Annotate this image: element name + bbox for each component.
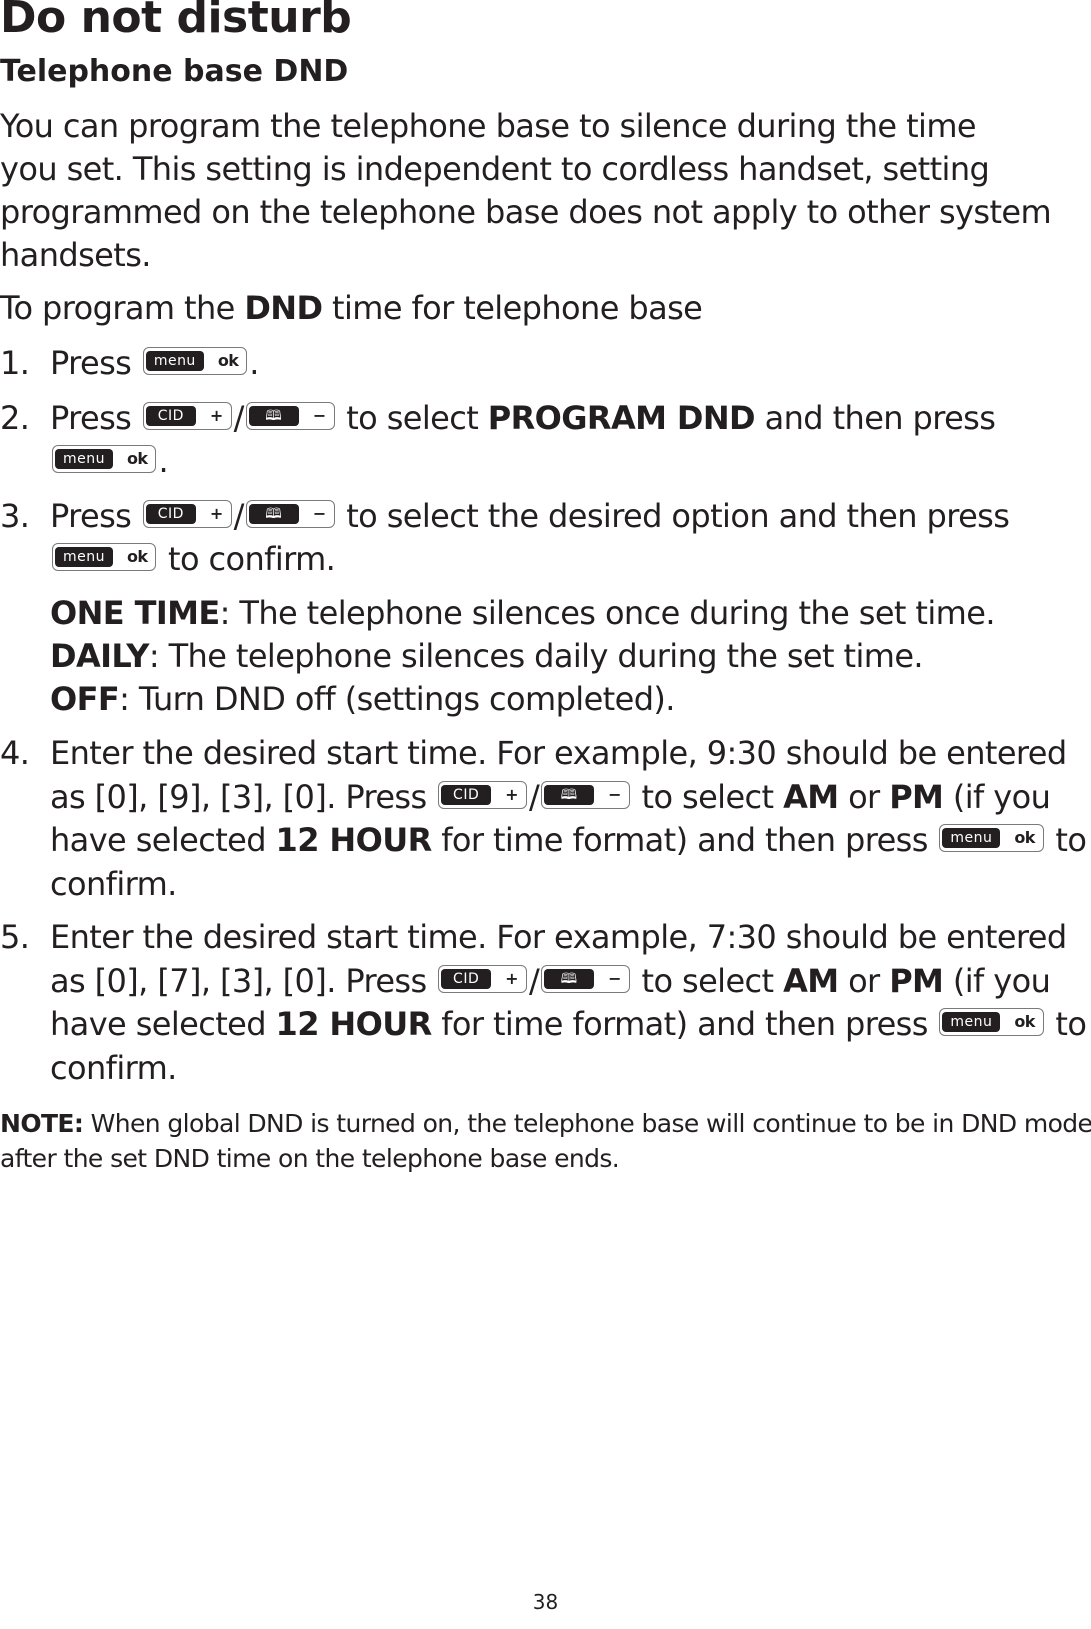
cid-plus-key: CID + (438, 781, 527, 809)
phonebook-minus-key: 🕮 − (541, 781, 630, 809)
menu-ok-key: menu ok (142, 347, 248, 375)
phonebook-minus-key: 🕮 − (245, 500, 335, 528)
phonebook-minus-key: 🕮 − (245, 402, 335, 430)
cid-plus-key: CID + (142, 500, 232, 528)
menu-ok-key: menu ok (939, 1008, 1044, 1036)
intro-line: You can program the telephone base to si… (0, 107, 977, 145)
book-icon: 🕮 (544, 785, 595, 805)
book-icon: 🕮 (248, 504, 299, 524)
intro-line: handsets. (0, 236, 151, 274)
page-title: Do not disturb (0, 0, 352, 43)
section-heading: Telephone base DND (0, 54, 349, 89)
intro-line: you set. This setting is independent to … (0, 150, 990, 188)
menu-ok-key: menu ok (939, 824, 1044, 852)
program-instruction: To program the DND time for telephone ba… (0, 289, 703, 327)
book-icon: 🕮 (248, 406, 299, 426)
phonebook-minus-key: 🕮 − (541, 965, 630, 993)
book-icon: 🕮 (544, 969, 595, 989)
menu-ok-key: menu ok (52, 543, 157, 571)
menu-ok-key: menu ok (52, 445, 157, 473)
cid-plus-key: CID + (142, 402, 232, 430)
note: NOTE: When global DND is turned on, the … (0, 1109, 1091, 1173)
cid-plus-key: CID + (438, 965, 527, 993)
intro-line: programmed on the telephone base does no… (0, 193, 1052, 231)
page-number: 38 (532, 1590, 559, 1614)
